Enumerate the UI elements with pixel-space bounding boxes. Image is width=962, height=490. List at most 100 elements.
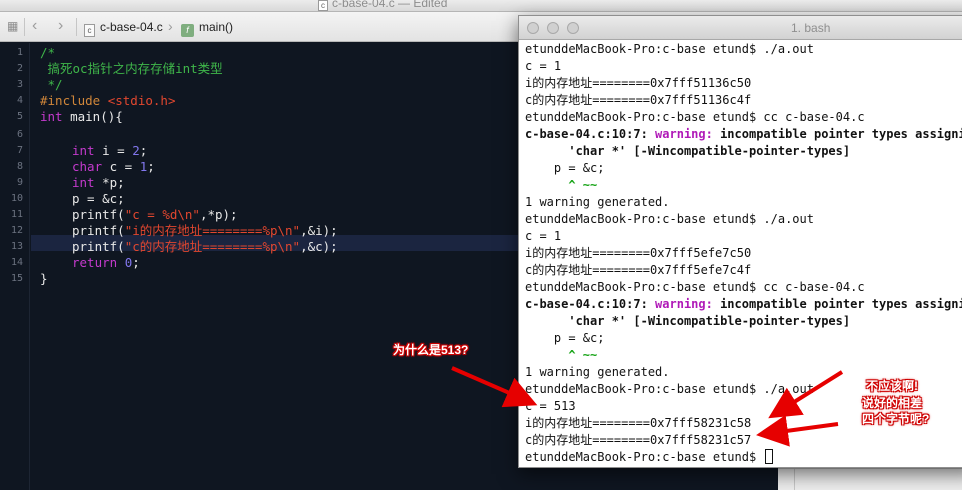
annotation-note: 四个字节呢? [862,412,930,426]
editor-titlebar: c c-base-04.c — Edited [0,0,962,12]
code-text: ,*p); [199,207,238,222]
string-token: "c = %d\n" [124,207,200,222]
window-divider [794,469,795,490]
warning-message: incompatible pointer types assigning [712,127,962,141]
line-number: 12 [10,225,23,236]
line-number: 1 [16,47,23,58]
code-line: /* [40,45,56,60]
terminal-line: etunddeMacBook-Pro:c-base etund$ cc c-ba… [525,280,865,294]
code-text: ; [132,255,140,270]
warning-label: warning: [655,297,713,311]
code-line: return 0; [72,255,140,271]
code-line: int main(){ [40,109,123,125]
related-items-icon[interactable]: ▦ [7,20,19,32]
code-text: c = [102,159,140,174]
include-path-token: <stdio.h> [107,93,176,108]
c-file-icon: c [84,24,95,37]
code-text: ; [139,143,148,158]
string-token: "i的内存地址========%p\n" [124,223,301,238]
terminal-prompt-line[interactable]: etunddeMacBook-Pro:c-base etund$ [525,449,774,466]
terminal-line: c的内存地址========0x7fff51136c4f [525,93,752,107]
jump-bar-divider [24,18,25,36]
line-number: 3 [16,79,23,90]
code-line: printf("i的内存地址========%p\n",&i); [72,223,338,239]
keyword-token: return [72,255,118,270]
code-line: #include <stdio.h> [40,93,175,109]
code-text: ; [147,159,155,174]
annotation-note: 说好的相差 [862,396,923,410]
terminal-line: p = &c; [525,331,605,345]
terminal-line: p = &c; [525,161,605,175]
line-number: 6 [16,129,23,140]
terminal-title: 1. bash [791,21,831,35]
breadcrumb-file[interactable]: c c-base-04.c [84,20,163,37]
keyword-token: int [40,109,63,124]
line-number: 11 [10,209,23,220]
close-window-button[interactable] [527,22,539,34]
code-text: printf( [72,223,125,238]
terminal-warning-line: c-base-04.c:10:7: warning: incompatible … [525,296,962,313]
terminal-titlebar[interactable]: 1. bash [519,16,962,40]
terminal-line: 'char *' [-Wincompatible-pointer-types] [525,314,851,328]
code-text: i = [94,143,133,158]
code-text: ,&c); [300,239,338,254]
forward-arrow-icon[interactable]: › [58,17,63,35]
code-text: *p; [94,175,125,190]
warning-message: incompatible pointer types assigning [712,297,962,311]
line-number: 10 [10,193,23,204]
function-icon: f [181,24,194,37]
code-line: 搞死oc指针之内存存储int类型 [40,61,223,76]
terminal-line: c的内存地址========0x7fff58231c57 [525,433,752,447]
back-arrow-icon[interactable]: ‹ [32,17,37,35]
line-number: 2 [16,63,23,74]
terminal-caret-line: ^ ~~ [525,348,598,362]
line-number: 15 [10,273,23,284]
editor-window-title: c c-base-04.c — Edited [318,0,447,11]
line-number: 8 [16,161,23,172]
code-line: p = &c; [72,191,125,206]
line-number: 13 [10,241,23,252]
terminal-prompt: etunddeMacBook-Pro:c-base etund$ [525,450,764,464]
code-text: main(){ [62,109,123,124]
terminal-line: 1 warning generated. [525,195,670,209]
terminal-line: i的内存地址========0x7fff51136c50 [525,76,752,90]
code-line: printf("c = %d\n",*p); [72,207,238,223]
minimize-window-button[interactable] [547,22,559,34]
code-text: ,&i); [300,223,338,238]
terminal-line: etunddeMacBook-Pro:c-base etund$ ./a.out [525,212,814,226]
line-number: 5 [16,111,23,122]
code-line: int i = 2; [72,143,147,159]
terminal-line: c的内存地址========0x7fff5efe7c4f [525,263,752,277]
terminal-line: 'char *' [-Wincompatible-pointer-types] [525,144,851,158]
breadcrumb-function[interactable]: f main() [181,20,233,37]
terminal-line: 1 warning generated. [525,365,670,379]
line-number: 4 [16,95,23,106]
code-line: */ [40,77,63,92]
warning-label: warning: [655,127,713,141]
string-token: "c的内存地址========%p\n" [124,239,301,254]
code-line: } [40,271,48,286]
terminal-line: c = 1 [525,229,562,243]
terminal-cursor [765,449,774,464]
terminal-warning-line: c-base-04.c:10:7: warning: incompatible … [525,126,962,143]
zoom-window-button[interactable] [567,22,579,34]
warning-location: c-base-04.c:10:7: [525,127,656,141]
code-text: printf( [72,207,125,222]
terminal-line: etunddeMacBook-Pro:c-base etund$ ./a.out [525,382,814,396]
breadcrumb-chevron-icon: › [168,18,173,34]
line-number: 14 [10,257,23,268]
terminal-line: etunddeMacBook-Pro:c-base etund$ ./a.out [525,42,814,56]
terminal-line: i的内存地址========0x7fff5efe7c50 [525,246,752,260]
keyword-token: char [72,159,103,174]
terminal-line: i的内存地址========0x7fff58231c58 [525,416,752,430]
code-text: printf( [72,239,125,254]
terminal-line: etunddeMacBook-Pro:c-base etund$ cc c-ba… [525,110,865,124]
line-number: 9 [16,177,23,188]
c-file-icon: c [318,0,328,11]
line-number-gutter: 1 2 3 4 5 6 7 8 9 10 11 12 13 14 15 [0,43,30,490]
annotation-note: 不应该啊! [866,379,918,393]
code-line: int *p; [72,175,125,191]
code-line: printf("c的内存地址========%p\n",&c); [72,239,338,255]
keyword-token: int [72,175,95,190]
